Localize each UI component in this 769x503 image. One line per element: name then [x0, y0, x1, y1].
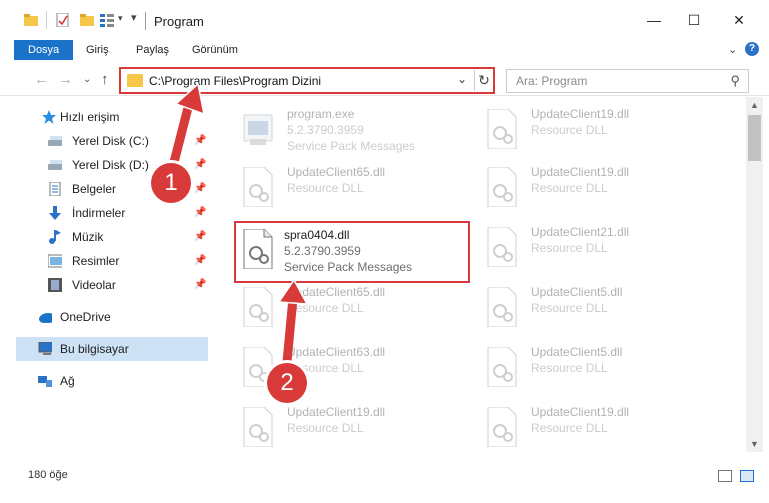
details-view-icon[interactable] — [718, 470, 732, 482]
annotation-overlay — [167, 82, 309, 367]
callout-number-2: 2 — [267, 363, 307, 403]
tiles-view-icon[interactable] — [740, 470, 754, 482]
item-count: 180 öğe — [28, 469, 68, 481]
status-bar: 180 öğe — [0, 462, 769, 488]
callout-number-1: 1 — [151, 163, 191, 203]
